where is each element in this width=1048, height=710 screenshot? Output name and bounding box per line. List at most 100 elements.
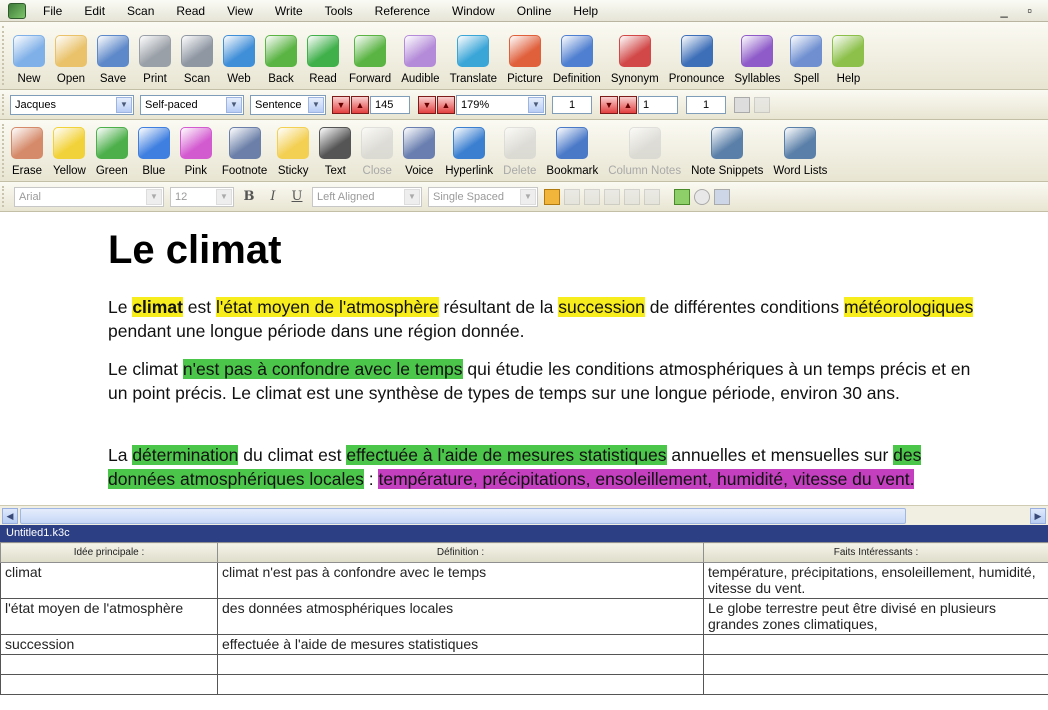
column-header-main-idea[interactable]: Idée principale :	[0, 542, 218, 563]
forward-button[interactable]: Forward	[344, 27, 396, 89]
menu-reference[interactable]: Reference	[364, 0, 441, 22]
table-cell[interactable]	[703, 674, 1048, 695]
spell-check-icon[interactable]	[674, 189, 690, 205]
note-snippets-button[interactable]: Note Snippets	[686, 119, 768, 181]
alignment-select[interactable]: Left Aligned ▼	[312, 187, 422, 207]
scan-button[interactable]: Scan	[176, 27, 218, 89]
menu-window[interactable]: Window	[441, 0, 506, 22]
grid-view-icon[interactable]	[734, 97, 750, 113]
underline-button[interactable]: U	[288, 188, 306, 206]
format-option-icon[interactable]	[564, 189, 580, 205]
close-button[interactable]: Close	[356, 119, 398, 181]
table-cell[interactable]	[703, 634, 1048, 655]
text-button[interactable]: Text	[314, 119, 356, 181]
blue-button[interactable]: Blue	[133, 119, 175, 181]
word-lists-button[interactable]: Word Lists	[768, 119, 832, 181]
format-option-icon[interactable]	[624, 189, 640, 205]
speed-down-button[interactable]: ▼	[332, 96, 350, 114]
table-cell[interactable]	[217, 674, 704, 695]
translate-button[interactable]: Translate	[445, 27, 503, 89]
menu-file[interactable]: File	[32, 0, 73, 22]
table-cell[interactable]	[217, 654, 704, 675]
page-count-field[interactable]: 1	[686, 96, 726, 114]
zoom-up-button[interactable]: ▲	[437, 96, 455, 114]
italic-button[interactable]: I	[264, 188, 282, 206]
new-button[interactable]: New	[8, 27, 50, 89]
speed-up-button[interactable]: ▲	[351, 96, 369, 114]
format-option-icon[interactable]	[644, 189, 660, 205]
search-icon[interactable]	[694, 189, 710, 205]
window-controls[interactable]: _ ▫	[1001, 3, 1040, 18]
menu-scan[interactable]: Scan	[116, 0, 165, 22]
print-button[interactable]: Print	[134, 27, 176, 89]
speed-value[interactable]: 145	[370, 96, 410, 114]
pronounce-button[interactable]: Pronounce	[664, 27, 730, 89]
table-cell[interactable]: des données atmosphériques locales	[217, 598, 704, 635]
voice-select[interactable]: Jacques ▼	[10, 95, 134, 115]
page-up-button[interactable]: ▲	[619, 96, 637, 114]
table-cell[interactable]: Le globe terrestre peut être divisé en p…	[703, 598, 1048, 635]
back-button[interactable]: Back	[260, 27, 302, 89]
synonym-button[interactable]: Synonym	[606, 27, 664, 89]
pink-button[interactable]: Pink	[175, 119, 217, 181]
reading-unit-select[interactable]: Sentence ▼	[250, 95, 326, 115]
scroll-right-icon[interactable]: ▶	[1030, 508, 1046, 524]
green-button[interactable]: Green	[91, 119, 133, 181]
erase-button[interactable]: Erase	[6, 119, 48, 181]
footnote-button[interactable]: Footnote	[217, 119, 272, 181]
thumbnail-view-icon[interactable]	[754, 97, 770, 113]
column-header-definition[interactable]: Définition :	[217, 542, 704, 563]
page-down-button[interactable]: ▼	[600, 96, 618, 114]
syllables-button[interactable]: Syllables	[729, 27, 785, 89]
zoom-down-button[interactable]: ▼	[418, 96, 436, 114]
table-cell[interactable]	[0, 654, 218, 675]
menu-read[interactable]: Read	[165, 0, 216, 22]
table-cell[interactable]: climat n'est pas à confondre avec le tem…	[217, 562, 704, 599]
delete-button[interactable]: Delete	[498, 119, 541, 181]
table-cell[interactable]: température, précipitations, ensoleillem…	[703, 562, 1048, 599]
table-cell[interactable]	[703, 654, 1048, 675]
open-button[interactable]: Open	[50, 27, 92, 89]
font-select[interactable]: Arial ▼	[14, 187, 164, 207]
audible-button[interactable]: Audible	[396, 27, 444, 89]
table-cell[interactable]: l'état moyen de l'atmosphère	[0, 598, 218, 635]
reading-mode-select[interactable]: Self-paced ▼	[140, 95, 244, 115]
column-notes-button[interactable]: Column Notes	[603, 119, 686, 181]
table-cell[interactable]: climat	[0, 562, 218, 599]
word-list-icon[interactable]	[714, 189, 730, 205]
column-header-facts[interactable]: Faits Intéressants :	[703, 542, 1048, 563]
bold-button[interactable]: B	[240, 188, 258, 206]
document-view[interactable]: Le climat Le climat est l'état moyen de …	[0, 212, 1048, 505]
toolbar-grip[interactable]	[2, 94, 6, 115]
picture-button[interactable]: Picture	[502, 27, 548, 89]
document-format-icon[interactable]	[544, 189, 560, 205]
hyperlink-button[interactable]: Hyperlink	[440, 119, 498, 181]
menu-view[interactable]: View	[216, 0, 264, 22]
sticky-button[interactable]: Sticky	[272, 119, 314, 181]
save-button[interactable]: Save	[92, 27, 134, 89]
menu-tools[interactable]: Tools	[314, 0, 364, 22]
voice-button[interactable]: Voice	[398, 119, 440, 181]
menu-write[interactable]: Write	[264, 0, 314, 22]
menu-edit[interactable]: Edit	[73, 0, 116, 22]
line-spacing-select[interactable]: Single Spaced ▼	[428, 187, 538, 207]
menu-help[interactable]: Help	[562, 0, 609, 22]
toolbar-grip[interactable]	[2, 26, 6, 85]
help-button[interactable]: Help	[827, 27, 869, 89]
page-number-field[interactable]: 1	[638, 96, 678, 114]
format-option-icon[interactable]	[584, 189, 600, 205]
horizontal-scrollbar[interactable]: ◀ ▶	[0, 505, 1048, 525]
scroll-left-icon[interactable]: ◀	[2, 508, 18, 524]
yellow-button[interactable]: Yellow	[48, 119, 91, 181]
definition-button[interactable]: Definition	[548, 27, 606, 89]
table-cell[interactable]: effectuée à l'aide de mesures statistiqu…	[217, 634, 704, 655]
web-button[interactable]: Web	[218, 27, 260, 89]
zoom-select[interactable]: 179% ▼	[456, 95, 546, 115]
read-button[interactable]: Read	[302, 27, 344, 89]
font-size-select[interactable]: 12 ▼	[170, 187, 234, 207]
table-cell[interactable]: succession	[0, 634, 218, 655]
scrollbar-thumb[interactable]	[20, 508, 906, 524]
format-option-icon[interactable]	[604, 189, 620, 205]
bookmark-button[interactable]: Bookmark	[541, 119, 603, 181]
spell-button[interactable]: Spell	[785, 27, 827, 89]
